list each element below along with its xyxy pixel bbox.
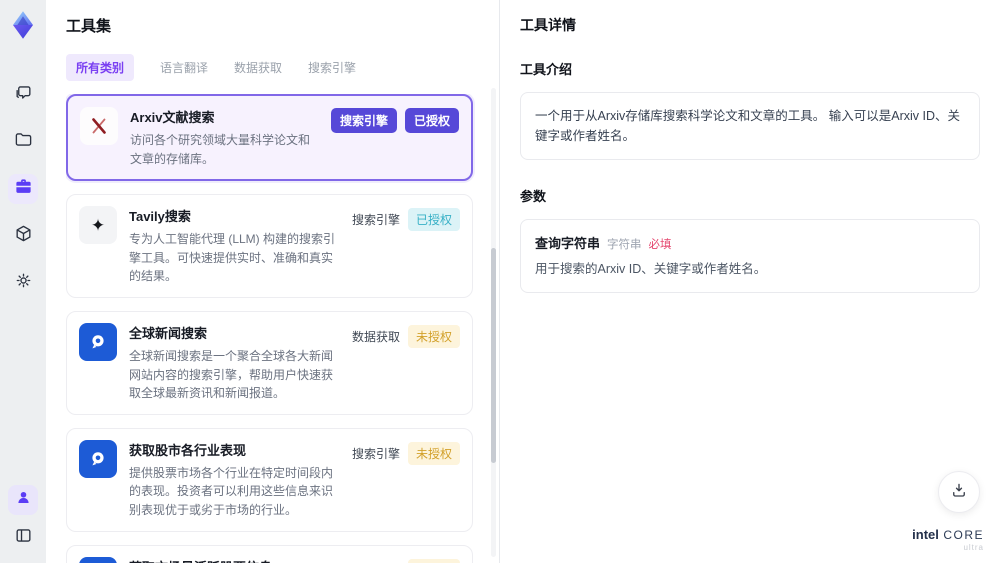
list-scrollbar[interactable] [491,88,496,557]
sidebar-item-files[interactable] [8,127,38,157]
auth-badge: 未授权 [407,324,460,348]
parameter-description: 用于搜索的Arxiv ID、关键字或作者姓名。 [535,262,767,276]
tool-name: 获取股市各行业表现 [129,442,247,458]
tool-card-arxiv[interactable]: Arxiv文献搜索 访问各个研究领域大量科学论文和文章的存储库。 搜索引擎 已授… [66,94,473,182]
auth-badge: 未授权 [407,558,460,563]
params-heading: 参数 [520,189,547,204]
category-label: 搜索引擎 [351,446,400,461]
tool-description: 专为人工智能代理 (LLM) 构建的搜索引擎工具。可快速提供实时、准确和真实的结… [129,232,336,284]
tab-search-engine[interactable]: 搜索引擎 [308,54,356,81]
sidebar-nav [8,80,38,298]
gear-icon [14,271,33,295]
tool-card-stock-sectors[interactable]: 获取股市各行业表现 提供股票市场各个行业在特定时间段内的表现。投资者可以利用这些… [66,427,473,532]
tools-panel: 工具集 所有类别 语言翻译 数据获取 搜索引擎 Arxiv文献搜索 访问各个研究… [46,0,500,563]
folder-icon [14,130,33,154]
sidebar-item-user[interactable] [8,485,38,515]
tool-intro-text: 一个用于从Arxiv存储库搜索科学论文和文章的工具。 输入可以是Arxiv ID… [520,92,980,160]
tool-list: Arxiv文献搜索 访问各个研究领域大量科学论文和文章的存储库。 搜索引擎 已授… [66,94,481,563]
parameter-card: 查询字符串 字符串 必填 用于搜索的Arxiv ID、关键字或作者姓名。 [520,219,980,293]
tool-card-global-news[interactable]: 全球新闻搜索 全球新闻搜索是一个聚合全球各大新闻网站内容的搜索引擎，帮助用户快速… [66,310,473,415]
details-title: 工具详情 [520,17,576,33]
auth-badge: 未授权 [407,441,460,465]
tool-name: 获取市场最活跃股票信息 [129,557,342,563]
stock-search-icon [79,439,117,478]
sidebar [0,0,46,563]
parameter-required-flag: 必填 [648,239,672,251]
tool-description: 访问各个研究领域大量科学论文和文章的存储库。 [130,133,311,166]
tool-name: Arxiv文献搜索 [130,110,215,125]
download-button[interactable] [938,471,980,513]
page-title: 工具集 [66,18,112,35]
tool-name: Tavily搜索 [129,209,191,225]
tavily-star-icon: ✦ [79,206,117,245]
sidebar-item-settings[interactable] [8,268,38,298]
sidebar-bottom [8,485,38,553]
tab-data-acquisition[interactable]: 数据获取 [234,54,282,81]
stock-search-icon [79,556,117,563]
chat-icon [14,83,33,107]
intel-core-logo: intel CORE ultra [912,526,984,553]
news-search-icon [79,322,117,361]
category-tabs: 所有类别 语言翻译 数据获取 搜索引擎 [66,54,481,81]
tool-card-tavily[interactable]: ✦ Tavily搜索 专为人工智能代理 (LLM) 构建的搜索引擎工具。可快速提… [66,194,473,298]
user-icon [14,488,33,512]
category-badge[interactable]: 搜索引擎 [330,108,397,133]
auth-badge[interactable]: 已授权 [404,108,459,133]
parameter-type: 字符串 [607,239,642,251]
arxiv-logo-icon [80,107,118,145]
scrollbar-thumb[interactable] [491,248,496,463]
parameter-name: 查询字符串 [535,236,601,251]
cube-icon [14,224,33,248]
tool-card-active-stocks[interactable]: 获取市场最活跃股票信息 提供当天交易量最高的股票列表，投资者可以利用这些信息来识… [66,544,473,563]
auth-badge: 已授权 [407,208,460,232]
tool-description: 提供股票市场各个行业在特定时间段内的表现。投资者可以利用这些信息来识别表现优于或… [129,465,334,517]
intro-heading: 工具介绍 [520,62,573,77]
download-icon [950,481,968,504]
sidebar-item-panel-toggle[interactable] [8,523,38,553]
toolbox-icon [14,177,33,201]
tool-name: 全球新闻搜索 [129,325,208,341]
tool-details-panel: 工具详情 工具介绍 一个用于从Arxiv存储库搜索科学论文和文章的工具。 输入可… [500,0,1000,563]
category-label: 数据获取 [351,329,400,344]
tool-description: 全球新闻搜索是一个聚合全球各大新闻网站内容的搜索引擎，帮助用户快速获取全球最新资… [129,348,334,401]
panel-toggle-icon [14,526,33,550]
app-logo-icon [8,10,38,40]
sidebar-item-models[interactable] [8,221,38,251]
sidebar-item-chat[interactable] [8,80,38,110]
sidebar-item-tools[interactable] [8,174,38,204]
tab-language-translation[interactable]: 语言翻译 [160,54,208,81]
category-label: 搜索引擎 [352,558,400,563]
app-window: 工具集 所有类别 语言翻译 数据获取 搜索引擎 Arxiv文献搜索 访问各个研究… [0,0,1000,563]
category-label: 搜索引擎 [351,213,400,228]
tab-all-categories[interactable]: 所有类别 [66,54,135,81]
